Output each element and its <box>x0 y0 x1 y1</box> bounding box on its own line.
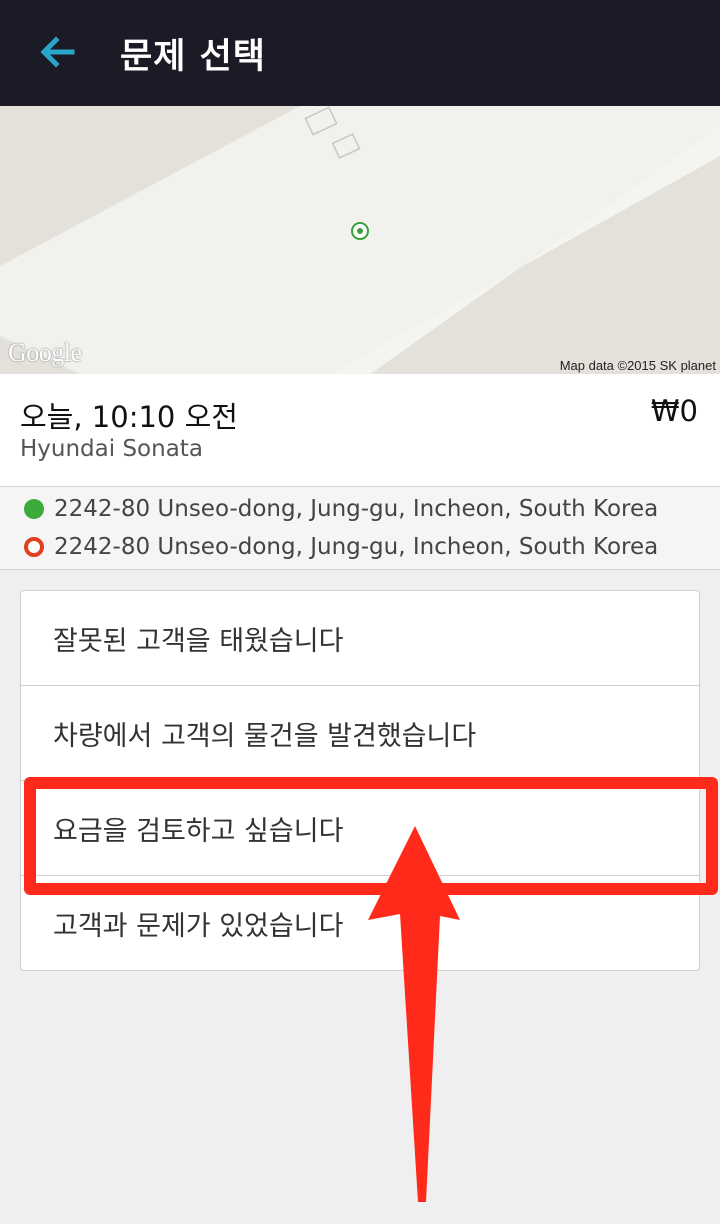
location-pin-icon <box>351 222 369 240</box>
pickup-dot-icon <box>24 499 44 519</box>
dropoff-row: 2242-80 Unseo-dong, Jung-gu, Incheon, So… <box>24 532 658 562</box>
dropoff-address: 2242-80 Unseo-dong, Jung-gu, Incheon, So… <box>54 534 659 560</box>
option-fare-review[interactable]: 요금을 검토하고 싶습니다 <box>21 781 699 876</box>
dropoff-ring-icon <box>24 537 44 557</box>
trip-summary: 오늘, 10:10 오전 ₩0 Hyundai Sonata <box>0 374 720 487</box>
app-header: 문제 선택 <box>0 0 720 106</box>
page-title: 문제 선택 <box>120 37 266 77</box>
pickup-address: 2242-80 Unseo-dong, Jung-gu, Incheon, So… <box>54 496 659 522</box>
trip-time: 오늘, 10:10 오전 <box>20 400 238 434</box>
trip-fare: ₩0 <box>650 394 698 428</box>
map-roads <box>0 106 720 374</box>
google-logo: Google <box>8 338 82 367</box>
trip-map[interactable]: Google Map data ©2015 SK planet <box>0 106 720 374</box>
back-arrow-icon <box>40 36 75 68</box>
trip-vehicle: Hyundai Sonata <box>20 436 203 462</box>
option-wrong-rider[interactable]: 잘못된 고객을 태웠습니다 <box>21 591 699 686</box>
map-attribution: Map data ©2015 SK planet <box>559 358 716 373</box>
pickup-row: 2242-80 Unseo-dong, Jung-gu, Incheon, So… <box>24 494 658 524</box>
trip-route: 2242-80 Unseo-dong, Jung-gu, Incheon, So… <box>0 487 720 570</box>
back-button[interactable] <box>28 22 88 82</box>
option-lost-item[interactable]: 차량에서 고객의 물건을 발견했습니다 <box>21 686 699 781</box>
problem-options-list: 잘못된 고객을 태웠습니다 차량에서 고객의 물건을 발견했습니다 요금을 검토… <box>20 590 700 971</box>
option-rider-issue[interactable]: 고객과 문제가 있었습니다 <box>21 876 699 970</box>
